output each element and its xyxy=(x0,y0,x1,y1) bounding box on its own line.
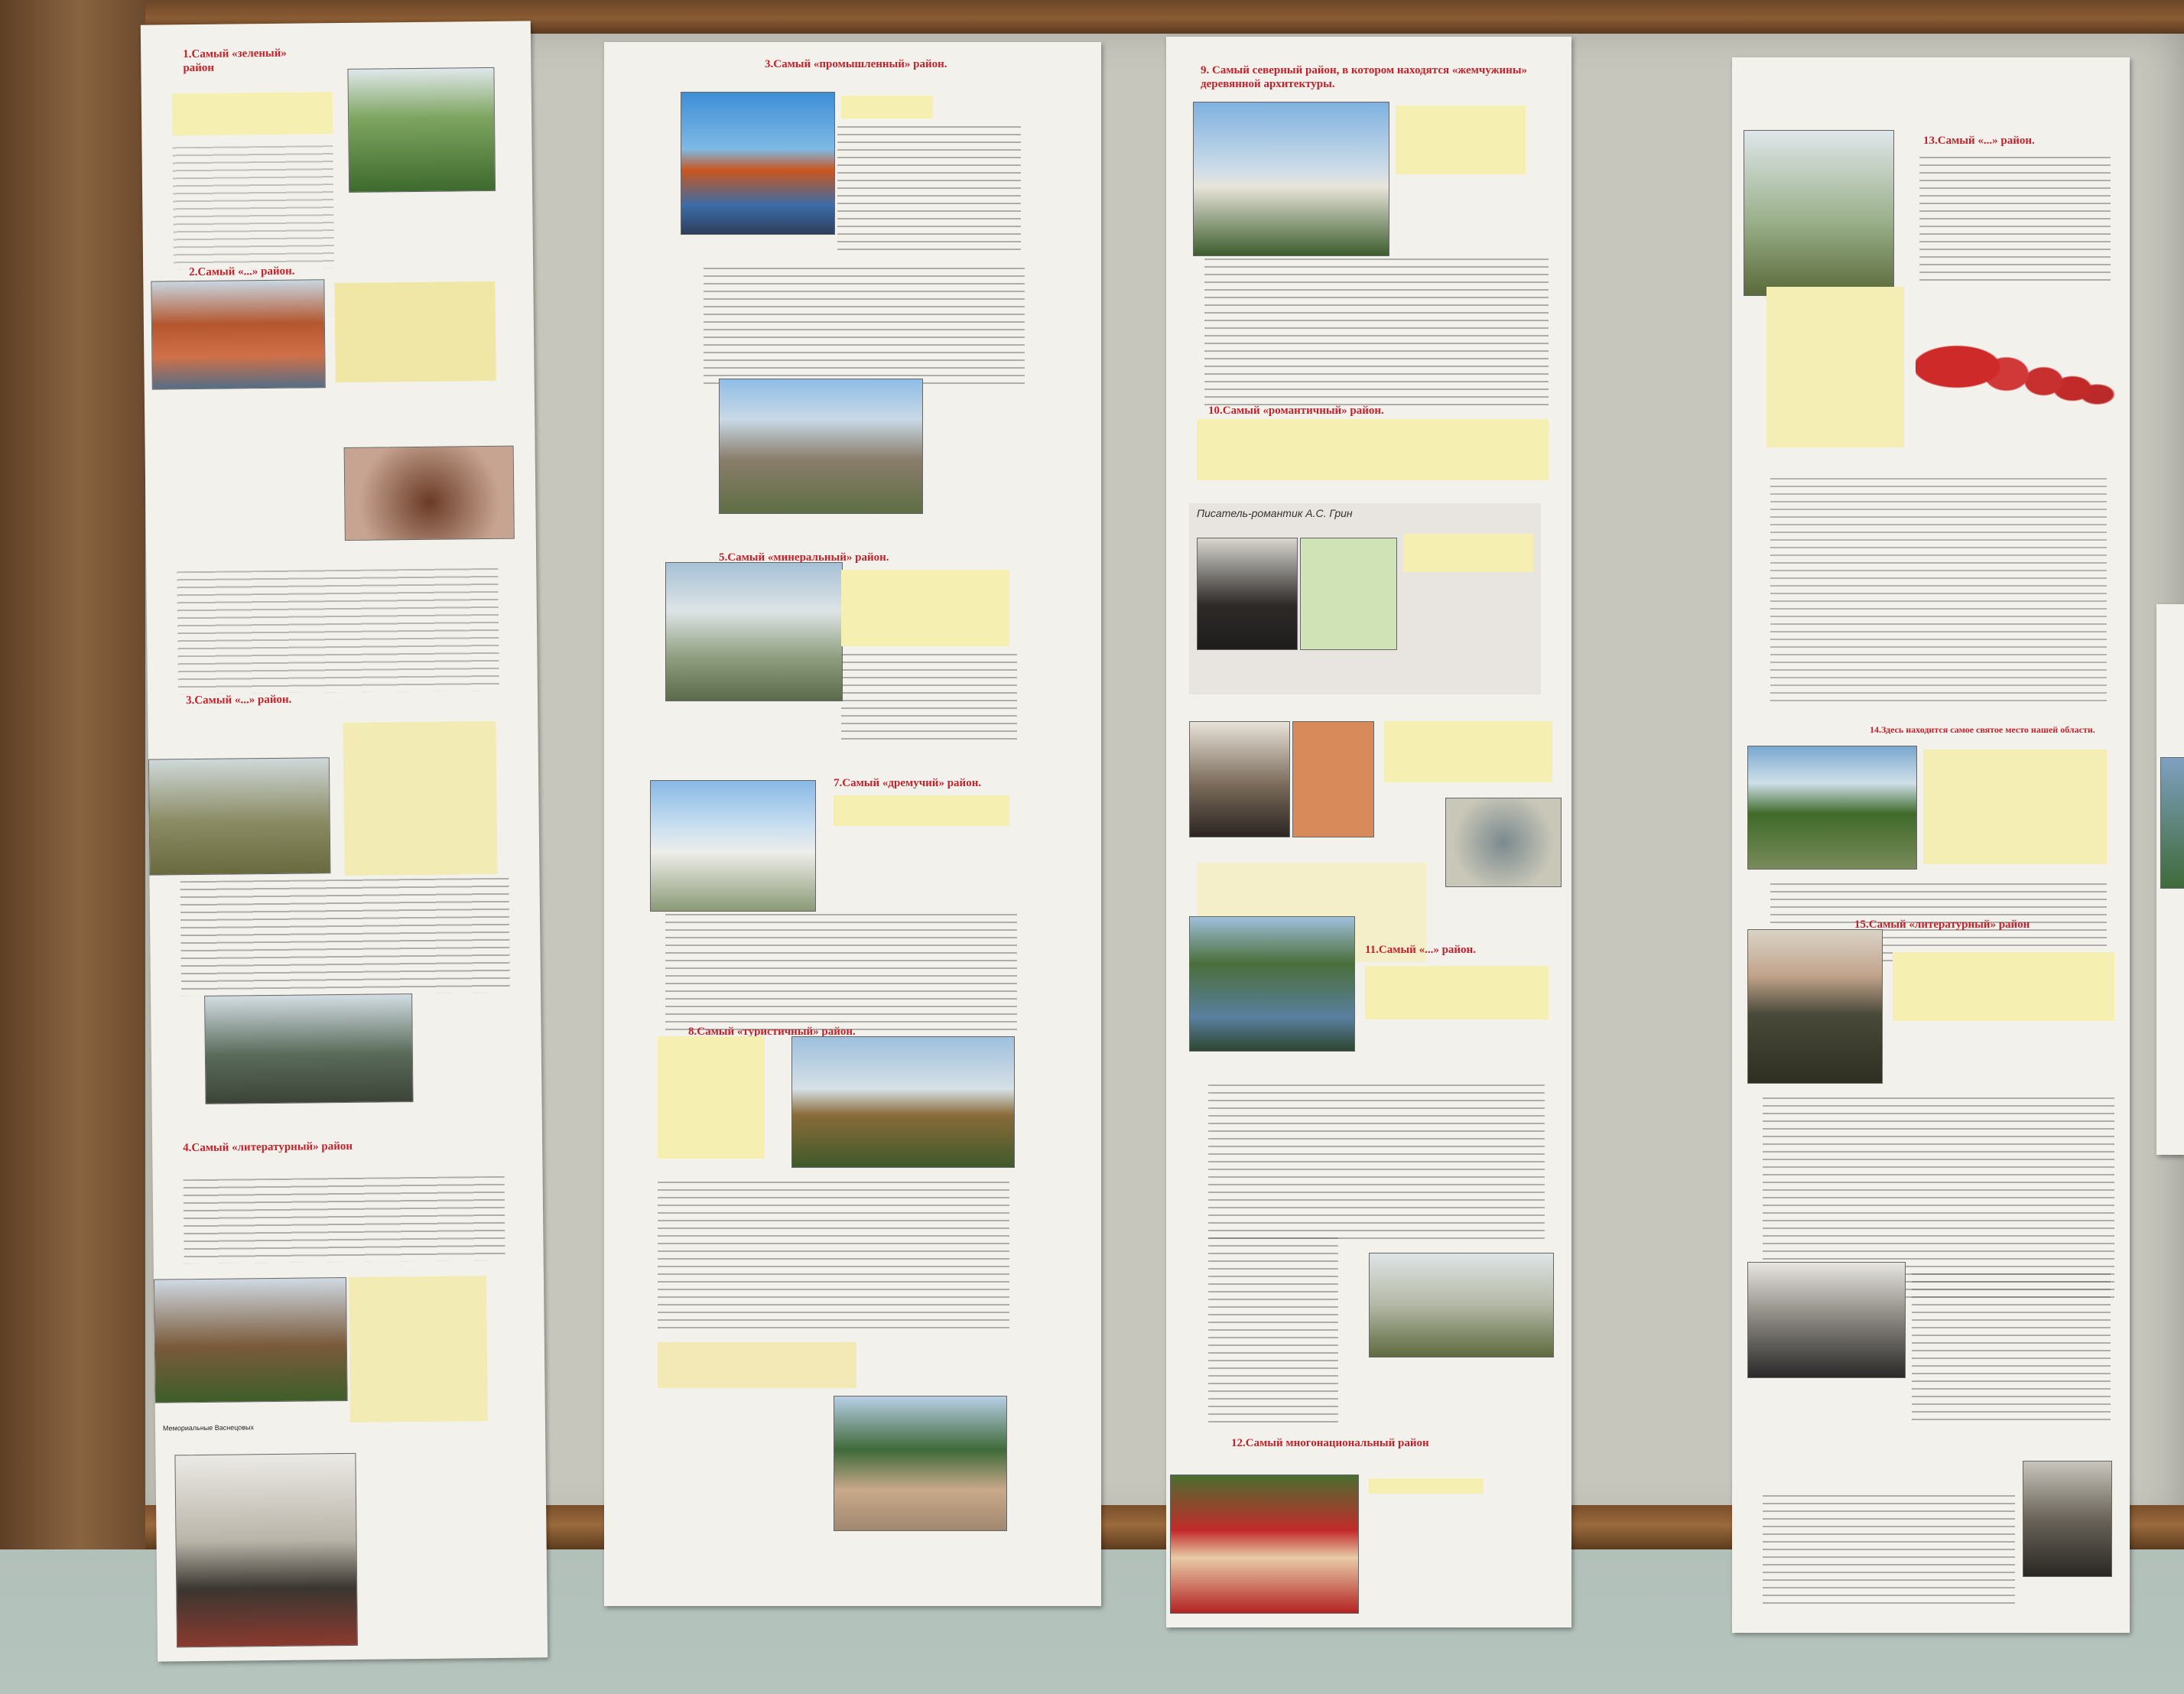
body-text xyxy=(1912,1273,2111,1426)
photo-writer-desk xyxy=(1747,1262,1906,1378)
poster-sheet-2: 3.Самый «промышленный» район. 5.Самый «м… xyxy=(604,42,1101,1606)
photo-matryoshka xyxy=(1916,287,2122,432)
body-text xyxy=(704,268,1025,390)
body-text xyxy=(1208,1237,1338,1429)
photo-monastery xyxy=(1193,102,1389,256)
sheet-heading: 3.Самый «...» район. xyxy=(185,693,292,707)
sheet-heading: 11.Самый «...» район. xyxy=(1365,944,1476,956)
photo-bridge xyxy=(681,92,835,235)
body-text xyxy=(665,914,1017,1036)
photo-crowd xyxy=(1747,746,1917,870)
body-text xyxy=(172,145,335,270)
sheet-heading: 4.Самый «литературный» район xyxy=(183,1140,353,1155)
photo-red-cliff xyxy=(151,279,326,390)
photo-composer xyxy=(1189,721,1290,837)
sheet-heading: 14.Здесь находится самое святое место на… xyxy=(1870,724,2095,735)
highlight-box xyxy=(1923,749,2107,864)
highlight-box xyxy=(1384,721,1552,782)
highlight-box xyxy=(658,1342,856,1388)
body-text xyxy=(1204,258,1549,411)
photo-writer xyxy=(1197,538,1298,650)
highlight-box xyxy=(834,795,1009,826)
photo-object xyxy=(1445,798,1562,887)
quote-box xyxy=(1300,538,1397,650)
body-text xyxy=(1763,1495,2015,1610)
poster-sheet-edge xyxy=(2156,604,2184,1155)
photo-edge xyxy=(2160,757,2184,889)
highlight-box xyxy=(1403,534,1533,572)
sheet-heading: 9. Самый северный район, в котором наход… xyxy=(1201,64,1528,90)
photo-park xyxy=(665,562,843,701)
photo-monument xyxy=(204,993,414,1104)
photo-village xyxy=(791,1036,1015,1168)
highlight-box xyxy=(841,96,933,119)
photo-field xyxy=(148,757,331,876)
photo-women-folk xyxy=(1170,1475,1359,1614)
highlight-box xyxy=(1396,106,1526,174)
photo-road xyxy=(1369,1253,1554,1357)
inset-title: Писатель-романтик А.С. Грин xyxy=(1197,507,1353,519)
highlight-box xyxy=(841,570,1009,646)
sheet-heading: 13.Самый «...» район. xyxy=(1923,135,2035,147)
body-text xyxy=(1208,1084,1545,1245)
body-text xyxy=(1919,157,2111,294)
photo-landscape xyxy=(347,67,496,193)
highlight-box xyxy=(1766,287,1904,447)
wooden-frame-left xyxy=(0,0,145,1549)
photo-artifact xyxy=(343,445,515,541)
body-text xyxy=(183,1175,505,1264)
photo-statue xyxy=(174,1452,359,1648)
highlight-box xyxy=(658,1036,765,1159)
highlight-box xyxy=(343,720,498,876)
sheet-heading: 15.Самый «литературный» район xyxy=(1854,919,2030,931)
photo-portrait-bw xyxy=(2023,1461,2112,1577)
sheet-heading: 7.Самый «дремучий» район. xyxy=(834,777,982,789)
body-text xyxy=(658,1182,1009,1335)
red-quote-box xyxy=(1292,721,1374,837)
photo-house xyxy=(153,1277,348,1403)
highlight-box xyxy=(171,92,333,136)
writer-portrait-block: Писатель-романтик А.С. Грин xyxy=(1189,503,1541,694)
photo-church xyxy=(650,780,816,912)
poster-sheet-1: 1.Самый «зеленый» район 2.Самый «...» ра… xyxy=(140,21,548,1662)
body-text xyxy=(841,654,1017,746)
sheet-heading: 10.Самый «романтичный» район. xyxy=(1208,405,1384,417)
body-text xyxy=(837,126,1021,256)
photo-pond xyxy=(1189,916,1355,1052)
body-text xyxy=(1770,478,2107,707)
body-text xyxy=(177,567,499,694)
highlight-box xyxy=(1197,419,1549,480)
highlight-box xyxy=(348,1276,488,1423)
sheet-heading: 12.Самый многонациональный район xyxy=(1231,1437,1429,1449)
highlight-box xyxy=(1369,1478,1484,1494)
photo-marshal xyxy=(1747,929,1883,1084)
sheet-heading: 2.Самый «...» район. xyxy=(189,265,295,279)
highlight-box xyxy=(1365,966,1549,1019)
poster-sheet-4: 13.Самый «...» район. 14.Здесь находится… xyxy=(1732,57,2130,1633)
photo-factory xyxy=(719,379,923,514)
sheet-heading: 3.Самый «промышленный» район. xyxy=(765,58,947,70)
body-text xyxy=(180,877,511,997)
poster-sheet-3: 9. Самый северный район, в котором наход… xyxy=(1166,37,1571,1627)
sheet-heading: 1.Самый «зеленый» район xyxy=(183,47,287,75)
photo-stele xyxy=(1744,130,1894,296)
highlight-box xyxy=(1893,952,2114,1021)
photo-caption: Мемориальные Васнецовых xyxy=(162,1423,255,1432)
highlight-box xyxy=(334,281,496,383)
photo-pottery xyxy=(834,1396,1007,1531)
